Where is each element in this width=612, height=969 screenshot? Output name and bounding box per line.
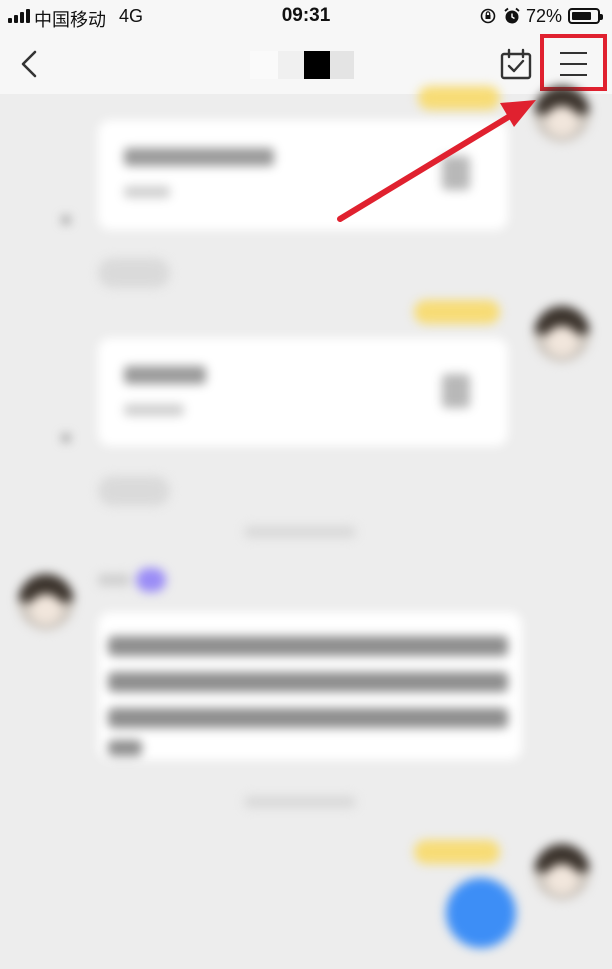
sender-tag [418, 86, 500, 110]
chat-title-redacted [250, 51, 358, 79]
message-bubble[interactable] [98, 612, 522, 760]
chat-area-blurred [0, 86, 612, 969]
battery-percent: 72% [526, 6, 563, 26]
calendar-check-icon[interactable] [498, 47, 534, 83]
menu-button[interactable] [540, 34, 607, 91]
status-bar: 中国移动 4G 09:31 72% [0, 0, 612, 34]
hamburger-menu-icon [560, 52, 587, 85]
avatar [534, 306, 590, 362]
nav-bar [0, 34, 612, 94]
rotation-lock-icon [480, 8, 496, 24]
floating-action-button[interactable] [446, 878, 516, 948]
sender-tag [414, 840, 500, 864]
chevron-left-icon[interactable] [12, 44, 48, 84]
sender-tag [414, 300, 500, 324]
file-card[interactable] [98, 120, 508, 230]
avatar [534, 86, 590, 142]
avatar [18, 574, 74, 630]
alarm-icon [504, 7, 520, 24]
file-card[interactable] [98, 338, 508, 446]
avatar [534, 844, 590, 900]
battery-icon [568, 8, 603, 24]
